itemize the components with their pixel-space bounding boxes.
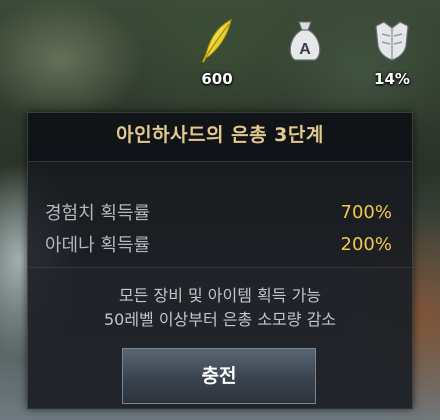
armor-percent: 14% [374, 70, 410, 88]
hud-top-bar: 600 A 14% [0, 0, 440, 100]
adena-currency[interactable]: A [275, 16, 335, 64]
stat-list: 경험치 획득률 700% 아데나 획득률 200% [28, 162, 412, 260]
armor-icon [375, 21, 409, 61]
popup-title: 아인하사드의 은총 3단계 [116, 124, 324, 146]
note-line-1: 모든 장비 및 아이템 획득 가능 [118, 286, 322, 305]
feather-currency[interactable]: 600 [187, 16, 247, 88]
golden-feather-icon [202, 19, 232, 63]
stat-row-adena: 아데나 획득률 200% [45, 228, 392, 260]
charge-button[interactable]: 충전 [122, 348, 316, 404]
adena-rate-label: 아데나 획득률 [45, 235, 151, 256]
adena-badge-letter: A [299, 41, 311, 58]
feather-count: 600 [201, 70, 233, 88]
adena-bag-icon: A [289, 21, 321, 61]
stat-row-exp: 경험치 획득률 700% [45, 196, 392, 228]
blessing-popup: 아인하사드의 은총 3단계 경험치 획득률 700% 아데나 획득률 200% … [27, 112, 413, 409]
popup-header: 아인하사드의 은총 3단계 [28, 113, 412, 162]
note-line-2: 50레벨 이상부터 은총 소모량 감소 [103, 310, 337, 329]
adena-rate-value: 200% [340, 233, 392, 255]
notes-section: 모든 장비 및 아이템 획득 가능 50레벨 이상부터 은총 소모량 감소 충전 [28, 267, 412, 409]
armor-durability[interactable]: 14% [362, 16, 422, 88]
exp-rate-label: 경험치 획득률 [45, 203, 151, 224]
exp-rate-value: 700% [340, 201, 392, 223]
